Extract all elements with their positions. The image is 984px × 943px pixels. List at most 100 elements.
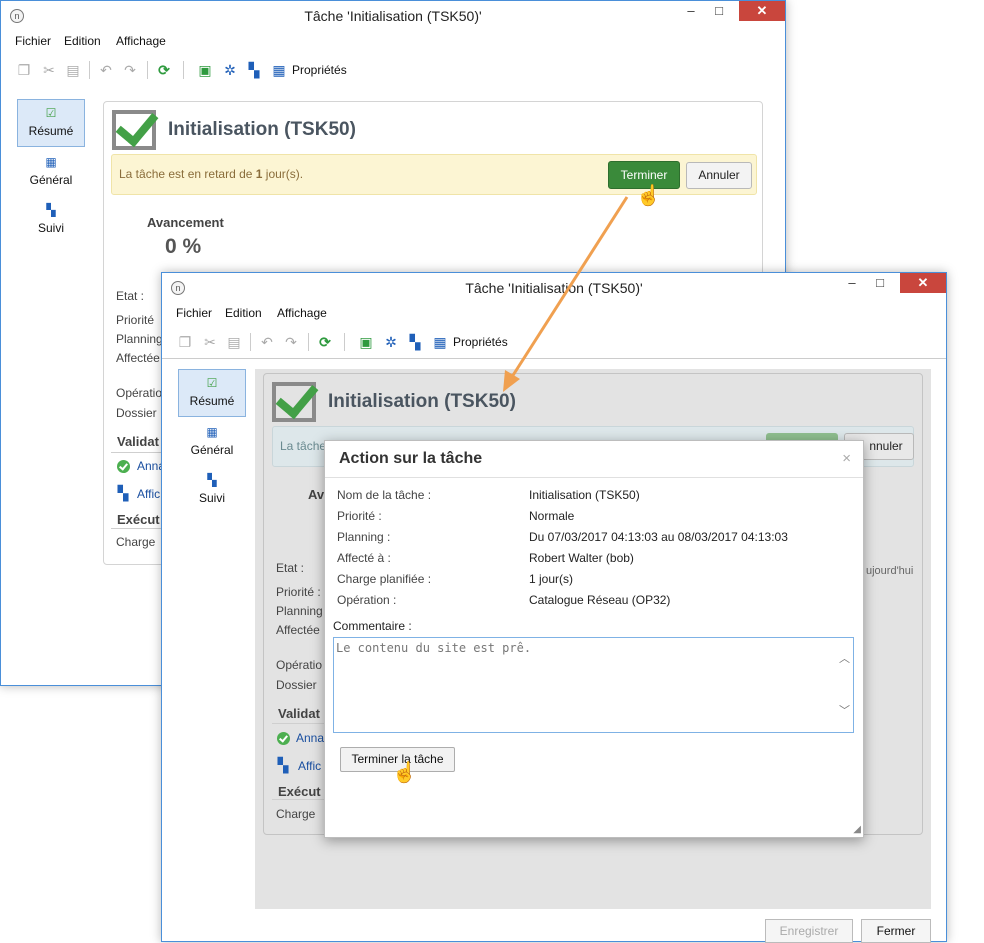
field-priorite: Priorité [116,313,155,327]
properties-icon[interactable]: ▦ [271,62,287,78]
nav-resume-label: Résumé [189,394,235,408]
nav-suivi-label: Suivi [37,221,64,235]
row-value-operation[interactable]: Catalogue Réseau (OP32) [529,593,670,607]
back-window-titlebar[interactable]: n Tâche 'Initialisation (TSK50)' – □ ✕ [1,1,785,31]
app-icon: n [171,281,185,295]
pointer-hand-icon: ☝ [392,762,417,784]
undo-icon[interactable]: ↶ [98,62,114,78]
check-icon: ☑ [45,106,57,120]
cut-icon[interactable]: ✂ [202,334,218,350]
calculator-icon[interactable]: ▣ [358,334,374,350]
copy-icon[interactable]: ❐ [177,334,193,350]
scroll-down-icon[interactable]: ﹀ [839,702,850,718]
settings-icon[interactable]: ✲ [383,334,399,350]
field-priorite: Priorité : [276,585,321,599]
calculator-icon[interactable]: ▣ [197,62,213,78]
field-planning: Planning [116,332,163,346]
undo-icon[interactable]: ↶ [259,334,275,350]
clipboard-icon: ▦ [45,155,57,169]
field-charge: Charge [116,535,156,549]
progress-value: 0 % [165,235,202,258]
minimize-icon[interactable]: – [838,273,866,293]
settings-icon[interactable]: ✲ [222,62,238,78]
validation-link-2[interactable]: Affic [298,759,321,773]
workflow-icon[interactable]: ▚ [407,334,423,350]
row-label-priority: Priorité : [337,509,382,523]
check-icon: ☑ [206,376,218,390]
validation-check-icon [277,732,290,745]
menu-edition[interactable]: Edition [64,34,101,48]
front-window-title: Tâche 'Initialisation (TSK50)' [465,280,643,296]
properties-label[interactable]: Propriétés [292,63,347,77]
section-execution: Exécut [117,512,160,527]
validation-link-1[interactable]: Anna [296,731,324,745]
menu-affichage[interactable]: Affichage [277,306,327,320]
properties-icon[interactable]: ▦ [432,334,448,350]
nav-general[interactable]: ▦ Général [17,151,85,197]
menu-edition[interactable]: Edition [225,306,262,320]
paste-icon[interactable]: ▤ [65,62,81,78]
scroll-up-icon[interactable]: ︿ [839,650,850,666]
maximize-icon[interactable]: □ [866,273,894,293]
row-label-task-name: Nom de la tâche : [337,488,432,502]
properties-label[interactable]: Propriétés [453,335,508,349]
field-dossier: Dossier [116,406,157,420]
field-affectee: Affectée [116,351,160,365]
copy-icon[interactable]: ❐ [16,62,32,78]
row-label-workload: Charge planifiée : [337,572,432,586]
nav-general-label: Général [29,173,73,187]
minimize-icon[interactable]: – [677,1,705,21]
workflow-link-icon: ▚ [277,757,289,773]
validation-link-2[interactable]: Affic [137,487,160,501]
cut-icon[interactable]: ✂ [41,62,57,78]
nav-suivi-label: Suivi [198,491,225,505]
back-nav-panel: ☑ Résumé ▦ Général ▚ Suivi [15,97,87,637]
comment-text: Le contenu du site est prê. [336,641,532,655]
clipboard-icon: ▦ [206,425,218,439]
redo-icon[interactable]: ↷ [283,334,299,350]
save-button[interactable]: Enregistrer [765,919,853,943]
section-validation: Validat [117,434,159,449]
late-alert-text: La tâche [280,439,327,453]
back-window-title: Tâche 'Initialisation (TSK50)' [304,8,482,24]
close-button[interactable]: Fermer [861,919,931,943]
task-check-icon [272,382,316,422]
cancel-button[interactable]: Annuler [686,162,752,189]
front-menubar: Fichier Edition Affichage [162,303,946,325]
nav-general[interactable]: ▦ Général [178,421,246,467]
today-label: ujourd'hui [866,565,914,577]
task-title: Initialisation (TSK50) [168,119,356,140]
close-icon[interactable]: ✕ [900,273,946,293]
app-icon: n [10,9,24,23]
refresh-icon[interactable]: ⟳ [156,62,172,78]
paste-icon[interactable]: ▤ [226,334,242,350]
field-affectee: Affectée [276,623,320,637]
menu-affichage[interactable]: Affichage [116,34,166,48]
nav-resume[interactable]: ☑ Résumé [178,369,246,417]
menu-fichier[interactable]: Fichier [15,34,51,48]
row-value-task-name[interactable]: Initialisation (TSK50) [529,488,640,502]
back-menubar: Fichier Edition Affichage [1,31,785,53]
close-icon[interactable]: ✕ [739,1,785,21]
comment-textarea[interactable]: Le contenu du site est prê. ︿ ﹀ [333,637,854,733]
resize-grip-icon[interactable]: ◢ [853,824,861,835]
nav-suivi[interactable]: ▚ Suivi [17,199,85,245]
nav-suivi[interactable]: ▚ Suivi [178,469,246,515]
workflow-link-icon: ▚ [117,485,129,501]
task-check-icon [112,110,156,150]
menu-fichier[interactable]: Fichier [176,306,212,320]
field-planning: Planning [276,604,323,618]
row-value-priority: Normale [529,509,575,523]
progress-label: Avancement [147,215,224,230]
front-window-titlebar[interactable]: n Tâche 'Initialisation (TSK50)' – □ ✕ [162,273,946,303]
field-etat: Etat : [116,289,145,303]
workflow-icon[interactable]: ▚ [246,62,262,78]
late-alert-text: La tâche est en retard de 1 jour(s). [119,167,304,181]
refresh-icon[interactable]: ⟳ [317,334,333,350]
nav-resume[interactable]: ☑ Résumé [17,99,85,147]
redo-icon[interactable]: ↷ [122,62,138,78]
maximize-icon[interactable]: □ [705,1,733,21]
task-title: Initialisation (TSK50) [328,391,516,412]
dialog-close-icon[interactable]: × [842,450,851,467]
field-charge: Charge [276,807,316,821]
